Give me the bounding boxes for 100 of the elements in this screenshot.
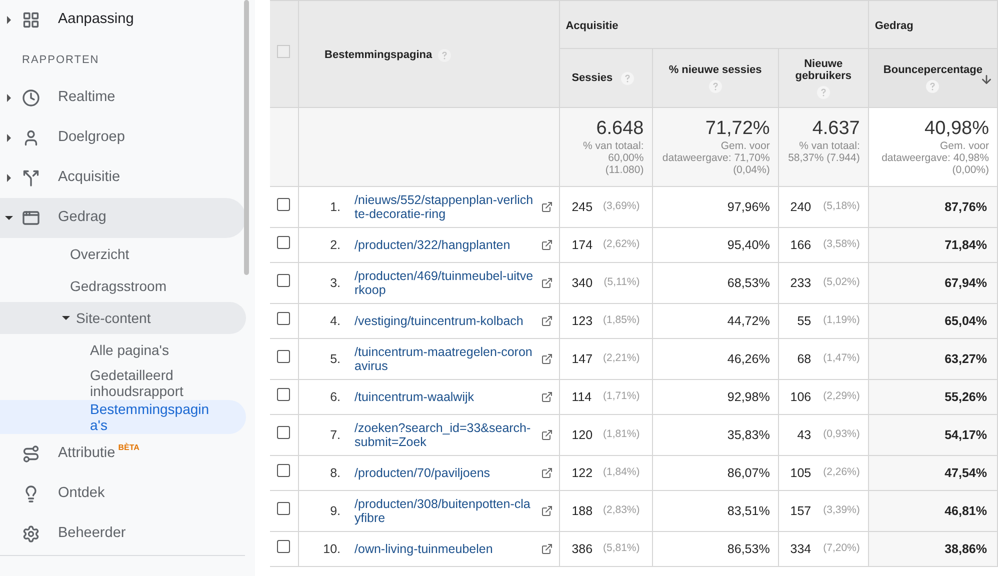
row-number: 3. [329,274,342,292]
share-cell-text: (1,81%) [602,427,640,442]
row-checkbox[interactable] [277,350,290,363]
total-note: % van totaal: 58,37% (7.944) [787,140,860,164]
table-cell-text: 157 [789,502,812,520]
table-cell: 46,81% [944,504,987,518]
table-cell-text: 245 [572,198,593,216]
row-checkbox[interactable] [277,464,290,477]
external-link-icon[interactable] [540,467,553,479]
row-checkbox[interactable] [277,502,290,515]
sidebar-item[interactable]: Doelgroep [0,118,246,158]
share-cell-text: (2,62%) [602,237,640,252]
table-cell-text: 174 [572,236,593,254]
sort-descending-icon[interactable] [980,73,993,86]
beta-label: BÈTA [118,442,140,454]
page-link[interactable]: /producten/70/paviljoens [354,466,537,480]
sidebar-item[interactable]: Attributie BÈTA [0,434,246,474]
table-cell-text: 240 [789,198,812,216]
row-checkbox[interactable] [277,312,290,325]
page-link[interactable]: /producten/308/buitenpotten-clayfibre [354,497,537,525]
sidebar-item[interactable]: Overzicht [0,238,246,270]
table-cell: 71,84% [944,238,987,252]
page-link[interactable]: /producten/469/tuinmeubel-uitverkoop [354,269,537,297]
column-header[interactable]: Bestemmingspagina [324,47,432,64]
external-link-icon[interactable] [540,315,553,327]
row-number: 6. [329,388,342,406]
sidebar-item[interactable]: Gedetailleerd inhoudsrapport [0,366,246,400]
external-link-icon[interactable] [540,543,553,555]
caret-right-icon[interactable] [5,174,13,182]
header-checkbox[interactable] [277,45,290,58]
caret-right-icon[interactable] [5,134,13,142]
table-cell: 92,98% [727,390,770,404]
scrollbar[interactable] [244,0,249,275]
page-link[interactable]: /nieuws/552/stappenplan-verlichte-decoratie-ring [354,193,537,221]
row-number: 9. [329,502,342,520]
row-number: 1. [329,198,342,216]
row-checkbox[interactable] [277,388,290,401]
page-link[interactable]: /own-living-tuinmeubelen [354,542,537,556]
external-link-icon[interactable] [540,201,553,213]
share-cell-text: (5,81%) [602,541,640,556]
table-cell-text: 147 [572,350,593,368]
column-header[interactable]: Sessies [572,72,613,84]
table-cell: 55,26% [944,390,987,404]
share-cell-text: (2,26%) [823,465,860,480]
page-link[interactable]: /zoeken?search_id=33&search-submit=Zoek [354,421,537,449]
share-cell-text: (1,85%) [602,313,640,328]
table-cell-text: 105 [789,464,812,482]
page-link[interactable]: /producten/322/hangplanten [354,238,537,252]
sidebar-item[interactable]: Gedragsstroom [0,270,246,302]
page-link[interactable]: /tuincentrum-maatregelen-coronavirus [354,345,537,373]
external-link-icon[interactable] [540,239,553,251]
row-number: 5. [329,350,342,368]
table-cell-text: 120 [572,426,593,444]
share-cell-text: (3,39%) [823,503,860,518]
column-header[interactable]: Bouncepercentage [883,64,982,76]
row-checkbox[interactable] [277,198,290,211]
row-number: 2. [329,236,342,254]
column-header[interactable]: % nieuwe sessies [668,64,762,76]
table-cell: 35,83% [727,428,770,442]
row-checkbox[interactable] [277,540,290,553]
table-cell: 47,54% [944,466,987,480]
sidebar-item[interactable]: Ontdek [0,474,246,514]
caret-down-icon[interactable] [62,314,70,322]
table-cell-text: 114 [572,388,592,406]
table-cell: 44,72% [727,314,770,328]
sidebar-item[interactable]: Acquisitie [0,158,246,198]
sidebar-item[interactable]: Alle pagina's [0,334,246,366]
external-link-icon[interactable] [540,353,553,365]
sidebar-item[interactable]: Aanpassing [0,0,246,40]
table-cell-text: 43 [796,426,812,444]
sidebar-item[interactable]: Realtime [0,78,246,118]
caret-right-icon[interactable] [5,16,13,24]
sidebar-item[interactable]: Bestemmingspagina's [0,400,246,434]
caret-right-icon[interactable] [5,94,13,102]
table-cell: 67,94% [944,276,987,290]
table-cell-text: 123 [572,312,593,330]
page-link[interactable]: /vestiging/tuincentrum-kolbach [354,314,537,328]
sidebar-item[interactable]: Site-content [0,302,246,334]
external-link-icon[interactable] [540,277,553,289]
table-cell-text: 334 [789,540,812,558]
share-cell-text: (5,02%) [823,275,860,290]
row-checkbox[interactable] [277,274,290,287]
row-checkbox[interactable] [277,426,290,439]
sidebar-item[interactable]: Beheerder [0,514,246,554]
share-cell-text: (1,47%) [823,351,860,366]
table-cell-text: 68 [796,350,812,368]
row-checkbox[interactable] [277,236,290,249]
external-link-icon[interactable] [540,429,553,441]
table-cell: 83,51% [727,504,770,518]
caret-down-icon[interactable] [5,214,13,222]
table-cell-text: 55 [796,312,812,330]
total-value: 6.648 [595,118,644,140]
external-link-icon[interactable] [540,391,553,403]
external-link-icon[interactable] [540,505,553,517]
table-cell: 63,27% [944,352,987,366]
total-note: % van totaal: 60,00% (11.080) [582,140,644,176]
page-link[interactable]: /tuincentrum-waalwijk [354,390,537,404]
total-value: 40,98% [924,118,989,140]
group-header: Gedrag [874,20,914,32]
sidebar-item[interactable]: Gedrag [0,198,246,238]
